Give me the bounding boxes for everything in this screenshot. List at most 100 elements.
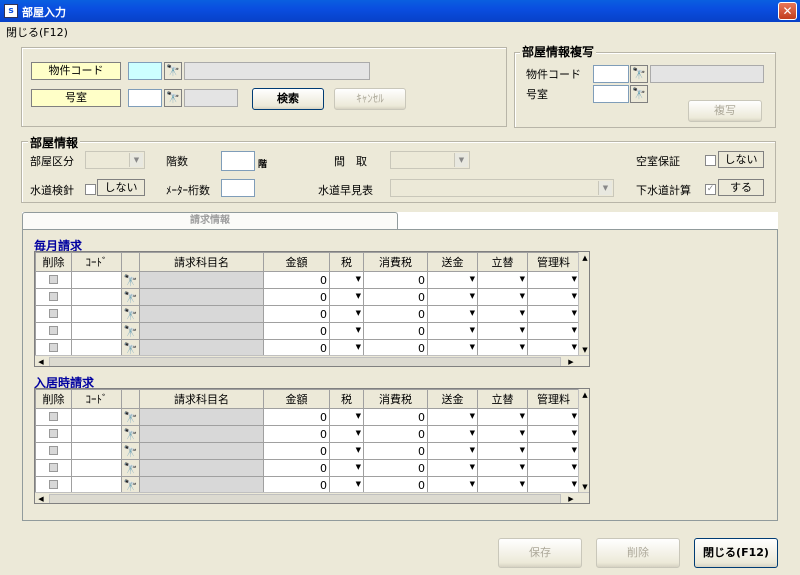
delete-checkbox[interactable] <box>35 459 72 477</box>
tax-select[interactable] <box>329 408 364 426</box>
amount-cell[interactable]: 0 <box>263 459 330 477</box>
remit-select[interactable] <box>427 288 478 306</box>
close-button[interactable]: 閉じる(F12) <box>694 538 778 568</box>
advance-select[interactable] <box>477 339 528 357</box>
remit-select[interactable] <box>427 322 478 340</box>
consumption-tax-cell[interactable]: 0 <box>363 459 428 477</box>
delete-checkbox[interactable] <box>35 476 72 494</box>
delete-checkbox[interactable] <box>35 339 72 357</box>
amount-cell[interactable]: 0 <box>263 305 330 323</box>
remit-select[interactable] <box>427 459 478 477</box>
amount-cell[interactable]: 0 <box>263 271 330 289</box>
amount-cell[interactable]: 0 <box>263 425 330 443</box>
scroll-left-icon[interactable]: ◀ <box>35 493 47 503</box>
water-table-select[interactable]: ▼ <box>390 179 614 197</box>
binoculars-icon[interactable]: 🔭 <box>121 476 140 494</box>
floor-input[interactable] <box>221 151 255 171</box>
close-icon[interactable]: ✕ <box>778 2 797 20</box>
consumption-tax-cell[interactable]: 0 <box>363 339 428 357</box>
scroll-right-icon[interactable]: ▶ <box>565 493 577 503</box>
consumption-tax-cell[interactable]: 0 <box>363 271 428 289</box>
delete-checkbox[interactable] <box>35 305 72 323</box>
delete-checkbox[interactable] <box>35 288 72 306</box>
copy-button[interactable]: 複写 <box>688 100 762 122</box>
consumption-tax-cell[interactable]: 0 <box>363 322 428 340</box>
mgmt-fee-select[interactable] <box>527 408 580 426</box>
property-code-input[interactable] <box>128 62 162 80</box>
cancel-button[interactable]: ｷｬﾝｾﾙ <box>334 88 406 110</box>
delete-checkbox[interactable] <box>35 425 72 443</box>
copy-room-binoculars-icon[interactable]: 🔭 <box>630 85 648 103</box>
advance-select[interactable] <box>477 425 528 443</box>
code-cell[interactable] <box>71 339 122 357</box>
amount-cell[interactable]: 0 <box>263 476 330 494</box>
mgmt-fee-select[interactable] <box>527 459 580 477</box>
tax-select[interactable] <box>329 305 364 323</box>
code-cell[interactable] <box>71 271 122 289</box>
consumption-tax-cell[interactable]: 0 <box>363 442 428 460</box>
delete-button[interactable]: 削除 <box>596 538 680 568</box>
binoculars-icon[interactable]: 🔭 <box>121 459 140 477</box>
tax-select[interactable] <box>329 271 364 289</box>
tab-billing-info[interactable]: 請求情報 <box>22 212 398 230</box>
mgmt-fee-select[interactable] <box>527 271 580 289</box>
copy-room-input[interactable] <box>593 85 629 103</box>
mgmt-fee-select[interactable] <box>527 476 580 494</box>
code-cell[interactable] <box>71 322 122 340</box>
code-cell[interactable] <box>71 288 122 306</box>
tax-select[interactable] <box>329 322 364 340</box>
advance-select[interactable] <box>477 442 528 460</box>
tax-select[interactable] <box>329 288 364 306</box>
tax-select[interactable] <box>329 425 364 443</box>
binoculars-icon[interactable]: 🔭 <box>121 339 140 357</box>
monthly-vertical-scrollbar[interactable]: ▲ ▼ <box>578 252 589 356</box>
remit-select[interactable] <box>427 476 478 494</box>
scroll-left-icon[interactable]: ◀ <box>35 356 47 366</box>
amount-cell[interactable]: 0 <box>263 288 330 306</box>
tax-select[interactable] <box>329 476 364 494</box>
code-cell[interactable] <box>71 425 122 443</box>
amount-cell[interactable]: 0 <box>263 408 330 426</box>
remit-select[interactable] <box>427 408 478 426</box>
remit-select[interactable] <box>427 271 478 289</box>
code-cell[interactable] <box>71 305 122 323</box>
delete-checkbox[interactable] <box>35 271 72 289</box>
remit-select[interactable] <box>427 339 478 357</box>
delete-checkbox[interactable] <box>35 322 72 340</box>
amount-cell[interactable]: 0 <box>263 339 330 357</box>
sewer-checkbox[interactable]: ✓ <box>705 184 716 195</box>
binoculars-icon[interactable]: 🔭 <box>121 425 140 443</box>
movein-vertical-scrollbar[interactable]: ▲ ▼ <box>578 389 589 493</box>
meter-digits-input[interactable] <box>221 179 255 197</box>
advance-select[interactable] <box>477 476 528 494</box>
vacancy-checkbox[interactable] <box>705 155 716 166</box>
delete-checkbox[interactable] <box>35 442 72 460</box>
scroll-up-icon[interactable]: ▲ <box>579 252 589 264</box>
mgmt-fee-select[interactable] <box>527 322 580 340</box>
advance-select[interactable] <box>477 408 528 426</box>
code-cell[interactable] <box>71 442 122 460</box>
layout-select[interactable]: ▼ <box>390 151 470 169</box>
delete-checkbox[interactable] <box>35 408 72 426</box>
advance-select[interactable] <box>477 271 528 289</box>
remit-select[interactable] <box>427 442 478 460</box>
water-meter-checkbox[interactable] <box>85 184 96 195</box>
scroll-right-icon[interactable]: ▶ <box>565 356 577 366</box>
movein-horizontal-scrollbar[interactable]: ◀ ▶ <box>35 492 589 503</box>
consumption-tax-cell[interactable]: 0 <box>363 408 428 426</box>
remit-select[interactable] <box>427 425 478 443</box>
amount-cell[interactable]: 0 <box>263 442 330 460</box>
consumption-tax-cell[interactable]: 0 <box>363 288 428 306</box>
mgmt-fee-select[interactable] <box>527 305 580 323</box>
copy-property-code-input[interactable] <box>593 65 629 83</box>
mgmt-fee-select[interactable] <box>527 442 580 460</box>
tax-select[interactable] <box>329 459 364 477</box>
binoculars-icon[interactable]: 🔭 <box>121 408 140 426</box>
room-type-select[interactable]: ▼ <box>85 151 145 169</box>
advance-select[interactable] <box>477 288 528 306</box>
code-cell[interactable] <box>71 459 122 477</box>
code-cell[interactable] <box>71 476 122 494</box>
scroll-thumb[interactable] <box>49 357 561 366</box>
advance-select[interactable] <box>477 305 528 323</box>
menu-close[interactable]: 閉じる(F12) <box>6 24 68 40</box>
